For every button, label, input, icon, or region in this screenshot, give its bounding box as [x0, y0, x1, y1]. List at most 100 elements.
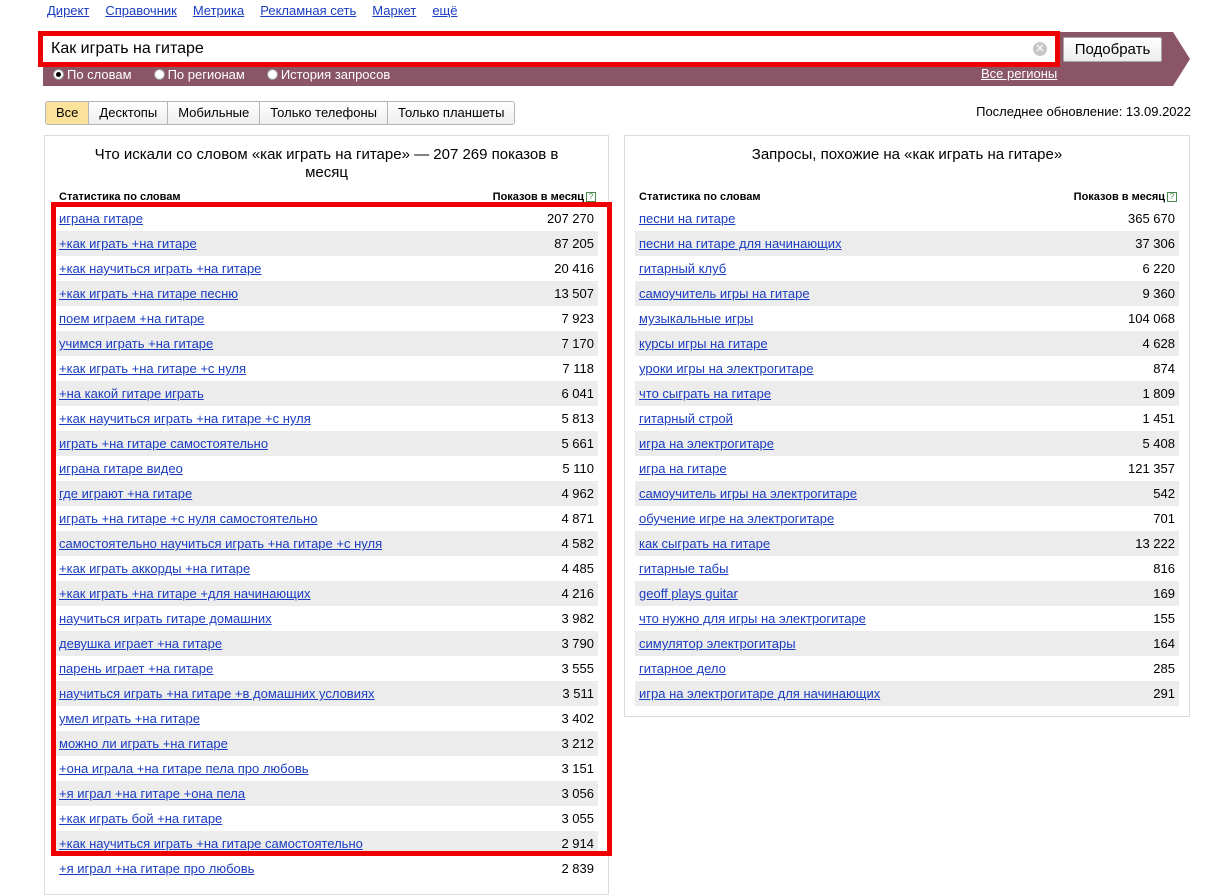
- shows-count: 87 205: [554, 236, 594, 251]
- keyword-link[interactable]: +на какой гитаре играть: [59, 386, 204, 401]
- keyword-link[interactable]: +как играть +на гитаре +для начинающих: [59, 586, 311, 601]
- similar-queries-title: Запросы, похожие на «как играть на гитар…: [751, 146, 1063, 163]
- keyword-link[interactable]: самоучитель игры на электрогитаре: [639, 486, 857, 501]
- mode-history[interactable]: История запросов: [266, 66, 390, 82]
- search-button[interactable]: Подобрать: [1063, 37, 1162, 62]
- keyword-link[interactable]: +я играл +на гитаре про любовь: [59, 861, 254, 876]
- keyword-link[interactable]: девушка играет +на гитаре: [59, 636, 222, 651]
- keyword-link[interactable]: научиться играть гитаре домашних: [59, 611, 272, 626]
- shows-count: 5 661: [561, 436, 594, 451]
- keyword-link[interactable]: курсы игры на гитаре: [639, 336, 768, 351]
- keyword-link[interactable]: +как играть бой +на гитаре: [59, 811, 222, 826]
- keyword-link[interactable]: игра на электрогитаре для начинающих: [639, 686, 880, 701]
- keyword-link[interactable]: играна гитаре: [59, 211, 143, 226]
- keyword-link[interactable]: уроки игры на электрогитаре: [639, 361, 814, 376]
- nav-metrica[interactable]: Метрика: [193, 3, 244, 19]
- keyword-link[interactable]: +как играть +на гитаре песню: [59, 286, 238, 301]
- keyword-link[interactable]: +как научиться играть +на гитаре: [59, 261, 261, 276]
- all-regions-link[interactable]: Все регионы: [981, 66, 1057, 81]
- keyword-link[interactable]: +я играл +на гитаре +она пела: [59, 786, 245, 801]
- keyword-link[interactable]: парень играет +на гитаре: [59, 661, 213, 676]
- shows-count: 169: [1153, 586, 1175, 601]
- keyword-link[interactable]: +она играла +на гитаре пела про любовь: [59, 761, 309, 776]
- keyword-link[interactable]: симулятор электрогитары: [639, 636, 796, 651]
- shows-count: 4 871: [561, 511, 594, 526]
- keyword-link[interactable]: +как научиться играть +на гитаре +с нуля: [59, 411, 311, 426]
- table-row: +как играть +на гитаре 87 205: [55, 231, 598, 256]
- tab-mobile[interactable]: Мобильные: [168, 102, 261, 124]
- keyword-link[interactable]: что нужно для игры на электрогитаре: [639, 611, 866, 626]
- nav-ad-network[interactable]: Рекламная сеть: [260, 3, 356, 19]
- table-row: девушка играет +на гитаре 3 790: [55, 631, 598, 656]
- keyword-link[interactable]: гитарный клуб: [639, 261, 726, 276]
- keyword-link[interactable]: умел играть +на гитаре: [59, 711, 200, 726]
- col-words-header: Статистика по словам: [59, 191, 181, 203]
- keyword-link[interactable]: песни на гитаре для начинающих: [639, 236, 842, 251]
- clear-icon[interactable]: ✕: [1033, 42, 1047, 56]
- similar-queries-panel: Запросы, похожие на «как играть на гитар…: [624, 135, 1190, 717]
- shows-count: 6 041: [561, 386, 594, 401]
- keyword-link[interactable]: играна гитаре видео: [59, 461, 183, 476]
- search-box[interactable]: ✕: [38, 31, 1060, 67]
- keyword-link[interactable]: как сыграть на гитаре: [639, 536, 770, 551]
- keyword-link[interactable]: +как играть аккорды +на гитаре: [59, 561, 250, 576]
- keyword-link[interactable]: гитарный строй: [639, 411, 733, 426]
- keyword-link[interactable]: играть +на гитаре самостоятельно: [59, 436, 268, 451]
- nav-more[interactable]: ещё: [432, 3, 457, 19]
- keyword-link[interactable]: самостоятельно научиться играть +на гита…: [59, 536, 382, 551]
- keyword-link[interactable]: играть +на гитаре +с нуля самостоятельно: [59, 511, 317, 526]
- keyword-link[interactable]: +как научиться играть +на гитаре самосто…: [59, 836, 363, 851]
- nav-direct[interactable]: Директ: [47, 3, 89, 19]
- table-row: как сыграть на гитаре 13 222: [635, 531, 1179, 556]
- shows-count: 542: [1153, 486, 1175, 501]
- table-row: +как играть бой +на гитаре 3 055: [55, 806, 598, 831]
- keyword-link[interactable]: обучение игре на электрогитаре: [639, 511, 834, 526]
- tab-tablets[interactable]: Только планшеты: [388, 102, 515, 124]
- tab-phones[interactable]: Только телефоны: [260, 102, 389, 124]
- keyword-link[interactable]: можно ли играть +на гитаре: [59, 736, 228, 751]
- nav-handbook[interactable]: Справочник: [105, 3, 177, 19]
- keyword-link[interactable]: научиться играть +на гитаре +в домашних …: [59, 686, 375, 701]
- keyword-link[interactable]: где играют +на гитаре: [59, 486, 192, 501]
- help-icon[interactable]: ?: [1167, 192, 1177, 202]
- search-input[interactable]: [51, 38, 1031, 60]
- shows-count: 3 151: [561, 761, 594, 776]
- top-nav: Директ Справочник Метрика Рекламная сеть…: [47, 3, 457, 19]
- table-row: играна гитаре 207 270: [55, 206, 598, 231]
- shows-count: 874: [1153, 361, 1175, 376]
- shows-count: 5 110: [562, 461, 594, 476]
- table-row: +как научиться играть +на гитаре самосто…: [55, 831, 598, 856]
- keyword-link[interactable]: музыкальные игры: [639, 311, 753, 326]
- shows-count: 20 416: [554, 261, 594, 276]
- table-row: игра на электрогитаре 5 408: [635, 431, 1179, 456]
- keyword-link[interactable]: самоучитель игры на гитаре: [639, 286, 810, 301]
- keyword-link[interactable]: игра на гитаре: [639, 461, 727, 476]
- shows-count: 4 628: [1142, 336, 1175, 351]
- col-shows-header: Показов в месяц?: [493, 191, 596, 203]
- shows-count: 37 306: [1135, 236, 1175, 251]
- keyword-link[interactable]: поем играем +на гитаре: [59, 311, 204, 326]
- keyword-link[interactable]: учимся играть +на гитаре: [59, 336, 213, 351]
- mode-by-words[interactable]: По словам: [53, 66, 132, 82]
- shows-count: 291: [1153, 686, 1175, 701]
- tab-all[interactable]: Все: [46, 102, 90, 124]
- keyword-link[interactable]: игра на электрогитаре: [639, 436, 774, 451]
- word-stats-list: играна гитаре 207 270 +как играть +на гита…: [55, 206, 598, 881]
- keyword-link[interactable]: песни на гитаре: [639, 211, 735, 226]
- keyword-link[interactable]: гитарные табы: [639, 561, 728, 576]
- nav-market[interactable]: Маркет: [372, 3, 416, 19]
- keyword-link[interactable]: +как играть +на гитаре: [59, 236, 197, 251]
- table-row: +я играл +на гитаре про любовь 2 839: [55, 856, 598, 881]
- table-row: игра на гитаре 121 357: [635, 456, 1179, 481]
- table-row: песни на гитаре для начинающих 37 306: [635, 231, 1179, 256]
- keyword-link[interactable]: geoff plays guitar: [639, 586, 738, 601]
- keyword-link[interactable]: что сыграть на гитаре: [639, 386, 771, 401]
- shows-count: 3 212: [561, 736, 594, 751]
- help-icon[interactable]: ?: [586, 192, 596, 202]
- table-row: музыкальные игры 104 068: [635, 306, 1179, 331]
- tab-desktops[interactable]: Десктопы: [89, 102, 169, 124]
- shows-count: 1 809: [1142, 386, 1175, 401]
- keyword-link[interactable]: +как играть +на гитаре +с нуля: [59, 361, 246, 376]
- mode-by-regions[interactable]: По регионам: [153, 66, 245, 82]
- keyword-link[interactable]: гитарное дело: [639, 661, 726, 676]
